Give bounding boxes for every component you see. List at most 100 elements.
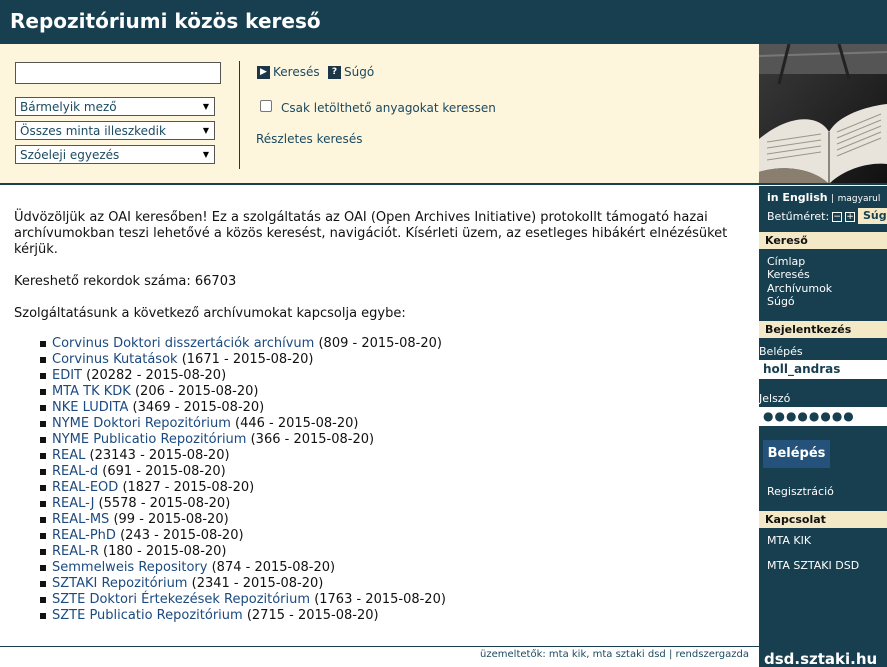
bullet-icon bbox=[40, 389, 46, 395]
archive-link[interactable]: REAL-MS bbox=[52, 512, 109, 527]
bullet-icon bbox=[40, 549, 46, 555]
archive-list-item: NYME Publicatio Repozitórium (366 - 2015… bbox=[40, 432, 744, 448]
archive-info: (366 - 2015-08-20) bbox=[250, 432, 375, 447]
search-panel: Bármelyik mező ▼ Összes minta illeszkedi… bbox=[0, 44, 759, 185]
help-button-label: Súgó bbox=[344, 65, 375, 79]
language-switch: in English | magyarul bbox=[767, 191, 880, 204]
archive-list-item: EDIT (20282 - 2015-08-20) bbox=[40, 368, 744, 384]
archive-list-item: SZTE Publicatio Repozitórium (2715 - 201… bbox=[40, 608, 744, 624]
font-decrease-button[interactable]: − bbox=[832, 211, 843, 222]
archive-link[interactable]: MTA TK KDK bbox=[52, 384, 131, 399]
play-icon: ▶ bbox=[257, 65, 270, 79]
sidebar-link-search[interactable]: Keresés bbox=[767, 268, 810, 281]
mode-select-value: Szóeleji egyezés bbox=[20, 148, 120, 162]
archive-link[interactable]: EDIT bbox=[52, 368, 82, 383]
chevron-down-icon: ▼ bbox=[199, 147, 213, 162]
archive-info: (99 - 2015-08-20) bbox=[113, 512, 229, 527]
archive-list-item: REAL-d (691 - 2015-08-20) bbox=[40, 464, 744, 480]
archive-info: (1827 - 2015-08-20) bbox=[122, 480, 255, 495]
archive-link[interactable]: Corvinus Kutatások bbox=[52, 352, 178, 367]
archive-list-item: NYME Doktori Repozitórium (446 - 2015-08… bbox=[40, 416, 744, 432]
archive-info: (5578 - 2015-08-20) bbox=[98, 496, 231, 511]
archive-list-item: REAL-J (5578 - 2015-08-20) bbox=[40, 496, 744, 512]
archive-link[interactable]: REAL-R bbox=[52, 544, 99, 559]
contact-link-mta-kik[interactable]: MTA KIK bbox=[767, 534, 811, 547]
footer-link-admin[interactable]: rendszergazda bbox=[676, 649, 749, 660]
sidebar-link-archives[interactable]: Archívumok bbox=[767, 282, 832, 295]
bullet-icon bbox=[40, 533, 46, 539]
archive-list-item: REAL-R (180 - 2015-08-20) bbox=[40, 544, 744, 560]
archive-list-item: REAL (23143 - 2015-08-20) bbox=[40, 448, 744, 464]
archive-link[interactable]: SZTAKI Repozitórium bbox=[52, 576, 187, 591]
archive-list-item: Corvinus Kutatások (1671 - 2015-08-20) bbox=[40, 352, 744, 368]
archive-info: (1763 - 2015-08-20) bbox=[314, 592, 446, 607]
search-input[interactable] bbox=[15, 62, 221, 84]
font-increase-button[interactable]: + bbox=[845, 211, 856, 222]
archive-link[interactable]: REAL-d bbox=[52, 464, 98, 479]
contact-section-header: Kapcsolat bbox=[759, 511, 887, 528]
username-field[interactable]: holl_andras bbox=[759, 360, 887, 379]
bullet-icon bbox=[40, 485, 46, 491]
search-button[interactable]: ▶ Keresés bbox=[257, 64, 320, 80]
archive-info: (2341 - 2015-08-20) bbox=[191, 576, 324, 591]
archive-info: (691 - 2015-08-20) bbox=[102, 464, 226, 479]
footer: üzemeltetők: mta kik, mta sztaki dsd | r… bbox=[480, 649, 749, 660]
archive-link[interactable]: REAL-EOD bbox=[52, 480, 118, 495]
bullet-icon bbox=[40, 517, 46, 523]
archive-list-item: REAL-PhD (243 - 2015-08-20) bbox=[40, 528, 744, 544]
bullet-icon bbox=[40, 469, 46, 475]
lang-english-link[interactable]: in English bbox=[767, 191, 828, 204]
archive-link[interactable]: SZTE Doktori Értekezések Repozitórium bbox=[52, 592, 310, 607]
bullet-icon bbox=[40, 373, 46, 379]
archive-info: (874 - 2015-08-20) bbox=[211, 560, 336, 575]
footer-link-mta-sztaki-dsd[interactable]: mta sztaki dsd bbox=[593, 649, 666, 660]
top-bar: Repozitóriumi közös kereső bbox=[0, 0, 887, 44]
archive-link[interactable]: Corvinus Doktori disszertációk archívum bbox=[52, 336, 314, 351]
bullet-icon bbox=[40, 501, 46, 507]
archive-link[interactable]: REAL-PhD bbox=[52, 528, 116, 543]
page-title: Repozitóriumi közös kereső bbox=[10, 9, 321, 33]
register-link[interactable]: Regisztráció bbox=[767, 485, 834, 498]
bullet-icon bbox=[40, 437, 46, 443]
lang-hungarian-link[interactable]: magyarul bbox=[838, 194, 881, 204]
field-select[interactable]: Bármelyik mező ▼ bbox=[15, 97, 215, 116]
advanced-search-link[interactable]: Részletes keresés bbox=[256, 132, 362, 146]
login-button[interactable]: Belépés bbox=[763, 440, 830, 468]
footer-link-mta-kik[interactable]: mta kik bbox=[549, 649, 586, 660]
archive-link[interactable]: NYME Doktori Repozitórium bbox=[52, 416, 231, 431]
archive-list-item: REAL-EOD (1827 - 2015-08-20) bbox=[40, 480, 744, 496]
archive-info: (1671 - 2015-08-20) bbox=[181, 352, 314, 367]
bullet-icon bbox=[40, 613, 46, 619]
archive-link[interactable]: REAL-J bbox=[52, 496, 94, 511]
contact-link-mta-sztaki-dsd[interactable]: MTA SZTAKI DSD bbox=[767, 559, 859, 572]
archive-info: (20282 - 2015-08-20) bbox=[86, 368, 227, 383]
footer-separator: | bbox=[668, 649, 673, 660]
archive-link[interactable]: NKE LUDITA bbox=[52, 400, 128, 415]
archive-link[interactable]: NYME Publicatio Repozitórium bbox=[52, 432, 246, 447]
downloadable-only-label[interactable]: Csak letölthető anyagokat keressen bbox=[281, 101, 496, 115]
archive-list-item: REAL-MS (99 - 2015-08-20) bbox=[40, 512, 744, 528]
sidebar: in English | magyarul Betűméret: − + Súg… bbox=[759, 186, 887, 667]
bullet-icon bbox=[40, 597, 46, 603]
site-domain: dsd.sztaki.hu bbox=[764, 650, 878, 667]
archive-link[interactable]: SZTE Publicatio Repozitórium bbox=[52, 608, 243, 623]
bottom-divider bbox=[0, 646, 759, 647]
sidebar-link-help[interactable]: Súgó bbox=[767, 295, 795, 308]
help-button[interactable]: ? Súgó bbox=[328, 64, 374, 80]
archive-link[interactable]: REAL bbox=[52, 448, 85, 463]
password-field[interactable]: ●●●●●●●● bbox=[759, 407, 887, 426]
archive-info: (446 - 2015-08-20) bbox=[235, 416, 359, 431]
archive-link[interactable]: Semmelweis Repository bbox=[52, 560, 207, 575]
archive-info: (3469 - 2015-08-20) bbox=[132, 400, 265, 415]
sidebar-help-button[interactable]: Súgó bbox=[858, 208, 887, 224]
match-select[interactable]: Összes minta illeszkedik ▼ bbox=[15, 121, 215, 140]
archive-info: (206 - 2015-08-20) bbox=[134, 384, 259, 399]
bullet-icon bbox=[40, 421, 46, 427]
sidebar-link-home[interactable]: Címlap bbox=[767, 255, 805, 268]
open-book-photo bbox=[759, 44, 887, 185]
bullet-icon bbox=[40, 581, 46, 587]
font-size-label: Betűméret: bbox=[767, 210, 830, 223]
mode-select[interactable]: Szóeleji egyezés ▼ bbox=[15, 145, 215, 164]
chevron-down-icon: ▼ bbox=[199, 123, 213, 138]
downloadable-only-checkbox[interactable] bbox=[260, 100, 272, 112]
